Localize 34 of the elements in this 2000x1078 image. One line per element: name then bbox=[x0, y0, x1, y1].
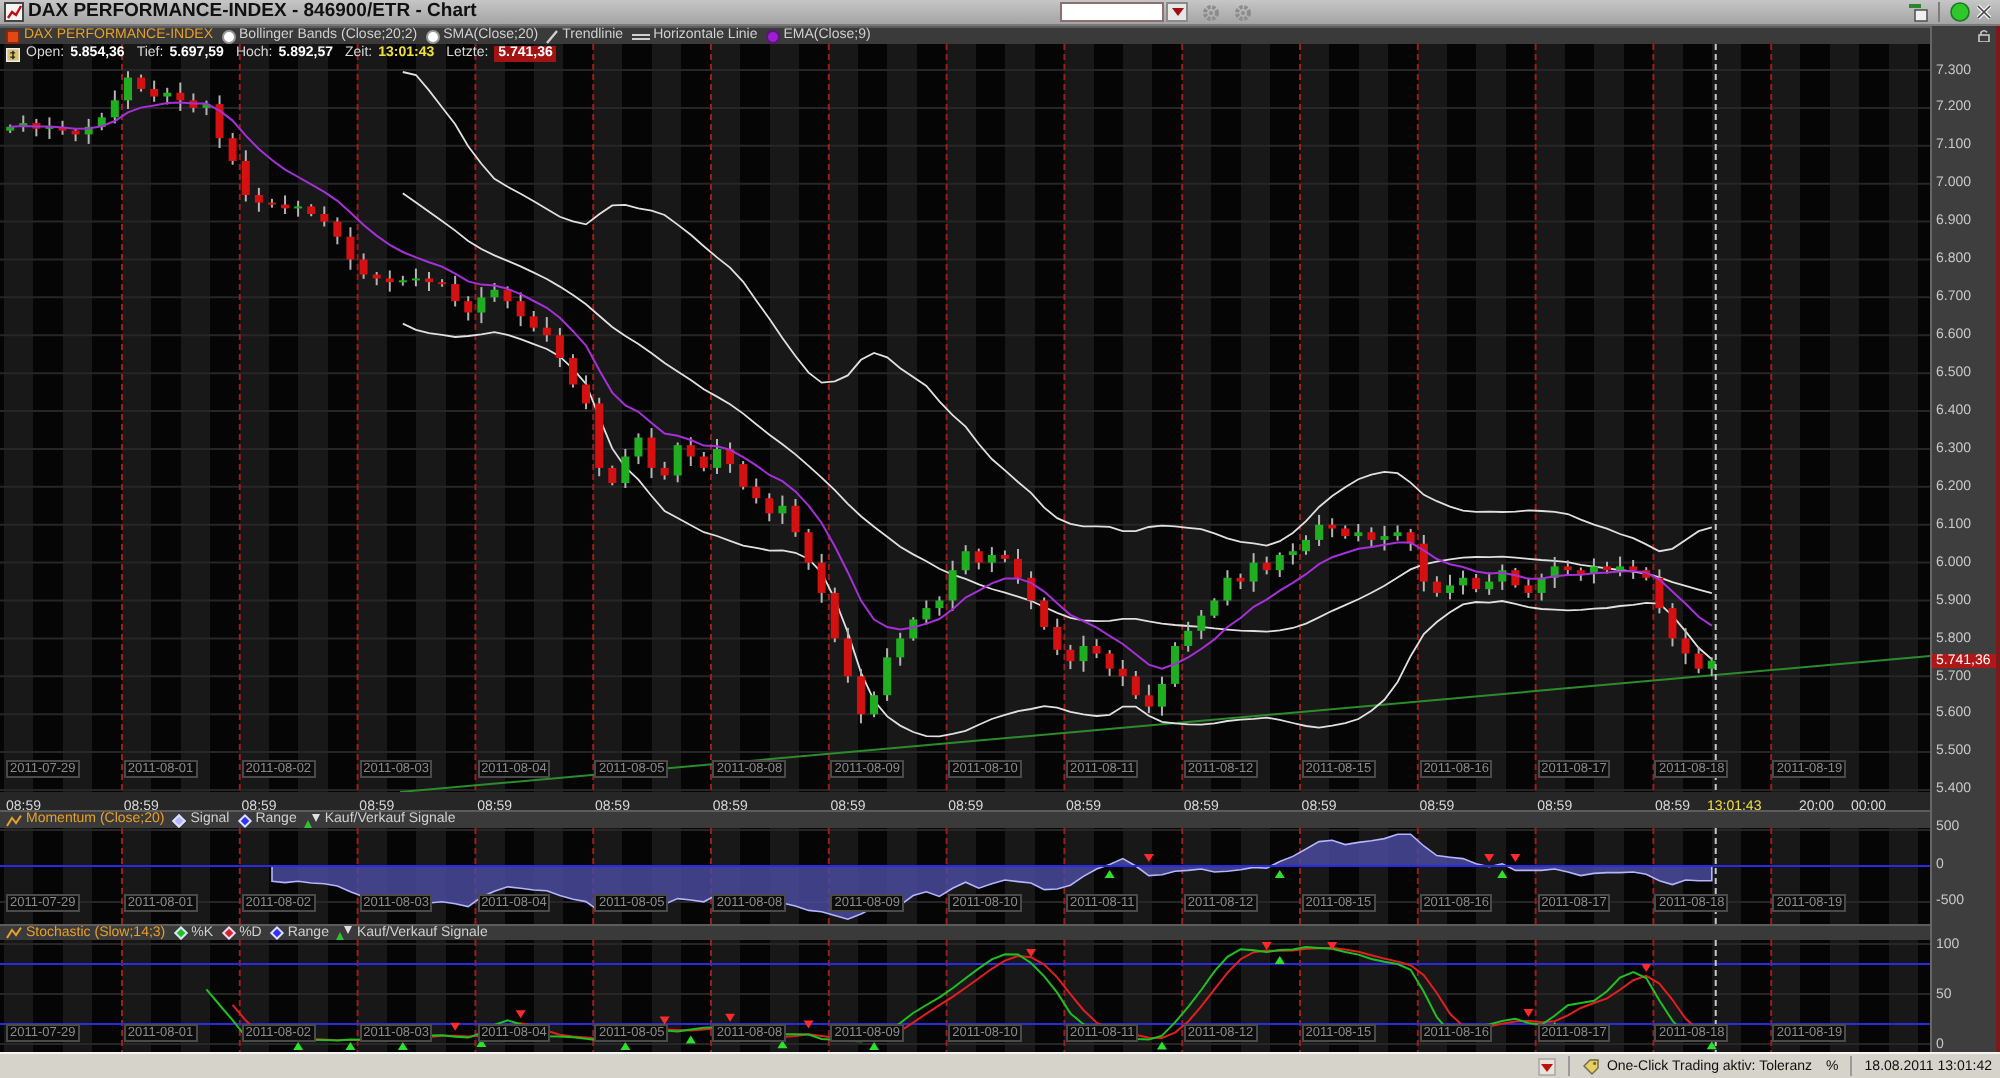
buy-signal-marker bbox=[1274, 870, 1285, 878]
zigzag-icon bbox=[6, 926, 22, 940]
buy-signal-marker bbox=[1497, 870, 1508, 878]
symbol-input-field[interactable] bbox=[1060, 2, 1164, 22]
sell-signal-marker bbox=[450, 1022, 461, 1031]
sell-signal-marker bbox=[1641, 963, 1652, 972]
down-arrow-icon[interactable] bbox=[1538, 1057, 1557, 1075]
tag-icon bbox=[1582, 1057, 1601, 1075]
caret-icon bbox=[1171, 8, 1183, 16]
sell-signal-marker bbox=[1484, 854, 1495, 862]
current-time-line bbox=[1714, 940, 1717, 1052]
close-icon[interactable] bbox=[1974, 2, 1994, 22]
sell-signal-marker bbox=[1510, 854, 1521, 862]
quote-box-icon bbox=[6, 47, 20, 61]
lock-icon[interactable] bbox=[1978, 30, 1990, 42]
status-dot-icon bbox=[1950, 2, 1970, 22]
chart-window-icon bbox=[4, 2, 24, 22]
window-title: DAX PERFORMANCE-INDEX - 846900/ETR - Chart bbox=[28, 0, 477, 24]
sell-signal-marker bbox=[803, 1020, 814, 1029]
zigzag-icon bbox=[6, 813, 22, 827]
horizontal-line-icon bbox=[631, 29, 650, 43]
triangles-icon bbox=[304, 813, 321, 827]
buy-signal-marker bbox=[685, 1035, 696, 1044]
sell-signal-marker bbox=[1026, 949, 1037, 957]
sell-signal-marker bbox=[1523, 1008, 1534, 1017]
dropdown-button[interactable] bbox=[1166, 2, 1188, 22]
buy-signal-marker bbox=[1274, 956, 1285, 964]
current-time-line bbox=[1714, 828, 1717, 924]
window-layout-icon[interactable] bbox=[1908, 2, 1928, 22]
pencil-icon bbox=[546, 29, 559, 43]
sell-signal-marker bbox=[1143, 854, 1154, 862]
buy-signal-marker bbox=[1104, 870, 1115, 878]
sell-signal-marker bbox=[515, 1010, 526, 1019]
triangles-icon bbox=[336, 926, 353, 940]
